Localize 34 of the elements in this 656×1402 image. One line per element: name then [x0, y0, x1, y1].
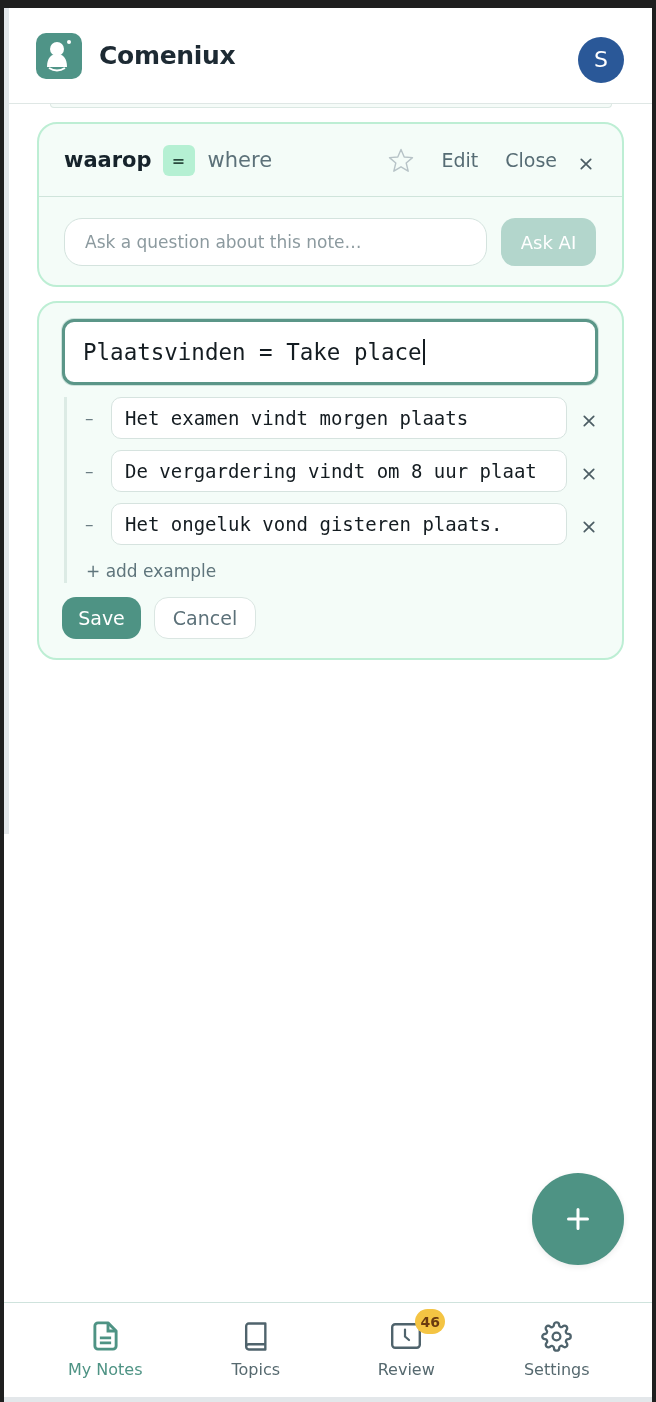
action-link[interactable]: Close [505, 149, 557, 171]
close-icon[interactable] [583, 468, 595, 480]
document-icon [92, 1321, 118, 1351]
close-icon[interactable] [580, 158, 592, 170]
example-bullet: – [85, 461, 95, 481]
title-input[interactable]: Plaatsvinden = Take place [62, 319, 598, 385]
question-input[interactable]: Ask a question about this note… [64, 218, 487, 266]
example-bullet: – [85, 514, 95, 534]
star-icon[interactable] [388, 147, 415, 173]
note-translation: where [207, 148, 273, 172]
note-term: waarop [64, 148, 152, 172]
example-input[interactable]: Het examen vindt morgen plaats [111, 397, 567, 439]
add-example-button[interactable]: + add example [86, 561, 217, 581]
cancel-button[interactable]: Cancel [154, 597, 256, 639]
plus-icon [567, 1208, 589, 1230]
user-avatar[interactable]: S [578, 36, 624, 83]
book-icon [243, 1321, 269, 1351]
nav-tab[interactable]: My Notes [30, 1303, 181, 1397]
logo-icon [36, 32, 82, 79]
app-name: Comeniux [99, 41, 236, 70]
equals-badge: = [162, 144, 195, 176]
nav-tab[interactable]: 46 Review [331, 1303, 482, 1397]
example-input[interactable]: De vergardering vindt om 8 uur plaat [111, 450, 567, 492]
gear-icon [541, 1320, 573, 1352]
example-input[interactable]: Het ongeluk vond gisteren plaats. [111, 503, 567, 545]
clock-screen-icon [391, 1323, 422, 1349]
action-link[interactable]: Edit [441, 149, 479, 171]
save-button[interactable]: Save [62, 597, 141, 639]
close-icon[interactable] [583, 521, 595, 533]
count-badge: 46 [415, 1309, 446, 1334]
example-bullet: – [85, 408, 95, 428]
close-icon[interactable] [583, 415, 595, 427]
nav-tab[interactable]: Settings [481, 1303, 632, 1397]
nav-tab[interactable]: Topics [180, 1303, 331, 1397]
